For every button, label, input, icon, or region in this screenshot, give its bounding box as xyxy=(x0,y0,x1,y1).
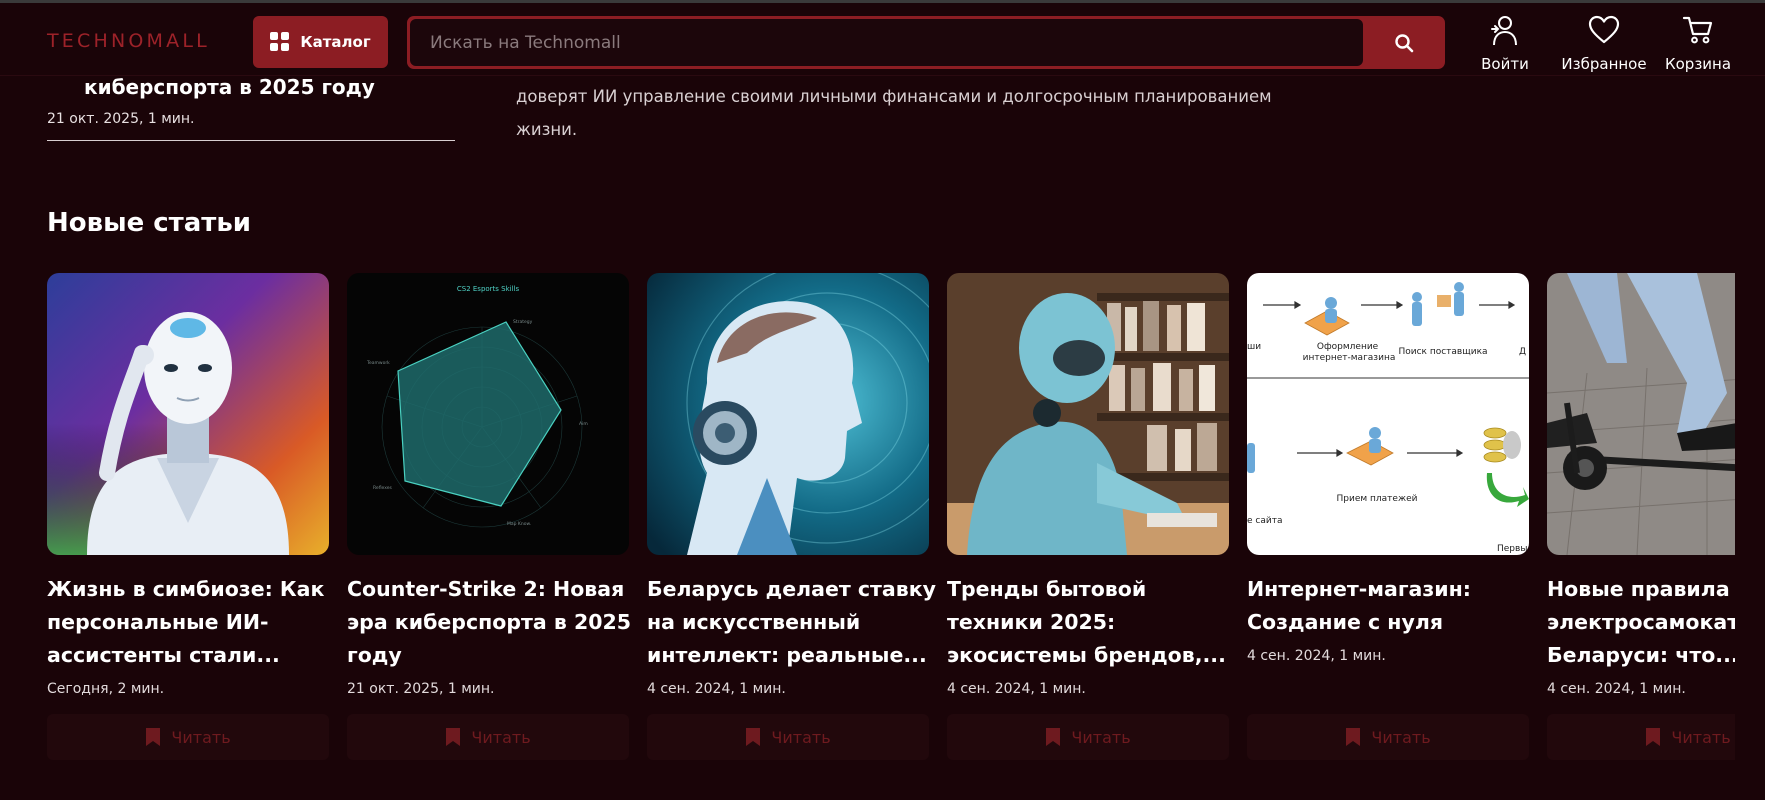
chart-title-text: CS2 Esports Skills xyxy=(457,285,520,293)
flow-label: е сайта xyxy=(1247,516,1282,526)
site-header: TECHNOMALL Каталог Войти Избранное xyxy=(0,0,1765,76)
article-thumbnail[interactable]: CS2 Esports Skills Strategy Aim Map Know… xyxy=(347,273,629,555)
previous-article-date: 21 окт. 2025, 1 мин. xyxy=(47,111,195,127)
previous-article-text: доверят ИИ управление своими личными фин… xyxy=(516,87,1272,139)
favorites-label: Избранное xyxy=(1561,55,1647,73)
catalog-button-label: Каталог xyxy=(300,33,371,51)
article-thumbnail[interactable] xyxy=(47,273,329,555)
article-meta: 4 сен. 2024, 1 мин. xyxy=(947,681,1086,697)
article-title[interactable]: Новые правила для электросамокатов в Бел… xyxy=(1547,573,1735,672)
divider xyxy=(47,140,455,141)
read-button-label: Читать xyxy=(1671,727,1731,747)
bookmark-icon xyxy=(1646,728,1661,746)
site-logo[interactable]: TECHNOMALL xyxy=(47,30,210,52)
article-thumbnail[interactable] xyxy=(947,273,1229,555)
article-title[interactable]: Интернет-магазин: Создание с нуля xyxy=(1247,573,1539,639)
read-button[interactable]: Читать xyxy=(1247,714,1529,760)
flow-label: Первы xyxy=(1497,544,1527,554)
flow-label: Прием платежей xyxy=(1337,494,1418,504)
heart-icon xyxy=(1588,15,1620,44)
chart-axis-label: Strategy xyxy=(513,319,533,325)
login-label: Войти xyxy=(1481,55,1529,73)
catalog-button[interactable]: Каталог xyxy=(253,16,388,68)
article-title[interactable]: Жизнь в симбиозе: Как персональные ИИ-ас… xyxy=(47,573,339,672)
article-meta: 4 сен. 2024, 1 мин. xyxy=(1247,648,1386,664)
article-card[interactable]: Новые правила для электросамокатов в Бел… xyxy=(1547,273,1735,763)
previous-article-title[interactable]: киберспорта в 2025 году xyxy=(84,75,375,99)
article-meta: 21 окт. 2025, 1 мин. xyxy=(347,681,495,697)
search-icon xyxy=(1394,33,1413,52)
article-thumbnail[interactable] xyxy=(1547,273,1735,555)
read-button[interactable]: Читать xyxy=(1547,714,1735,760)
cart-button[interactable]: Корзина xyxy=(1665,15,1731,73)
grid-icon xyxy=(270,32,290,52)
article-title[interactable]: Беларусь делает ставку на искусственный … xyxy=(647,573,939,672)
chart-axis-label: Reflexes xyxy=(373,485,393,491)
read-button-label: Читать xyxy=(471,727,531,747)
read-button-label: Читать xyxy=(171,727,231,747)
article-thumbnail[interactable]: Оформление интернет-магазина Поиск поста… xyxy=(1247,273,1529,555)
cart-label: Корзина xyxy=(1664,55,1732,73)
search-input[interactable] xyxy=(410,19,1363,66)
bookmark-icon xyxy=(1346,728,1361,746)
chart-axis-label: Aim xyxy=(579,421,588,427)
articles-carousel[interactable]: Жизнь в симбиозе: Как персональные ИИ-ас… xyxy=(47,273,1735,773)
article-card[interactable]: Тренды бытовой техники 2025: экосистемы … xyxy=(947,273,1229,763)
bookmark-icon xyxy=(1046,728,1061,746)
flow-label: ши xyxy=(1247,342,1261,352)
chart-axis-label: Map Know. xyxy=(507,521,531,527)
read-button[interactable]: Читать xyxy=(347,714,629,760)
read-button[interactable]: Читать xyxy=(47,714,329,760)
article-thumbnail[interactable] xyxy=(647,273,929,555)
bookmark-icon xyxy=(446,728,461,746)
article-card[interactable]: CS2 Esports Skills Strategy Aim Map Know… xyxy=(347,273,631,763)
article-meta: 4 сен. 2024, 1 мин. xyxy=(647,681,786,697)
article-card[interactable]: Оформление интернет-магазина Поиск поста… xyxy=(1247,273,1529,763)
read-button[interactable]: Читать xyxy=(947,714,1229,760)
search-bar xyxy=(407,16,1445,69)
read-button-label: Читать xyxy=(1371,727,1431,747)
flow-label: Поиск поставщика xyxy=(1398,347,1487,357)
article-meta: 4 сен. 2024, 1 мин. xyxy=(1547,681,1686,697)
flow-label: Д xyxy=(1519,347,1526,357)
bookmark-icon xyxy=(146,728,161,746)
article-meta: Сегодня, 2 мин. xyxy=(47,681,165,697)
read-button-label: Читать xyxy=(1071,727,1131,747)
read-button-label: Читать xyxy=(771,727,831,747)
login-button[interactable]: Войти xyxy=(1480,15,1530,73)
favorites-button[interactable]: Избранное xyxy=(1560,15,1648,73)
article-card[interactable]: Беларусь делает ставку на искусственный … xyxy=(647,273,936,763)
read-button[interactable]: Читать xyxy=(647,714,929,760)
cart-icon xyxy=(1682,16,1713,44)
article-title[interactable]: Тренды бытовой техники 2025: экосистемы … xyxy=(947,573,1239,672)
bookmark-icon xyxy=(746,728,761,746)
section-title: Новые статьи xyxy=(47,208,252,238)
user-icon xyxy=(1491,16,1517,46)
article-title[interactable]: Counter-Strike 2: Новая эра киберспорта … xyxy=(347,573,639,672)
search-button[interactable] xyxy=(1362,16,1445,69)
chart-axis-label: Teamwork xyxy=(366,360,390,366)
article-card[interactable]: Жизнь в симбиозе: Как персональные ИИ-ас… xyxy=(47,273,329,763)
